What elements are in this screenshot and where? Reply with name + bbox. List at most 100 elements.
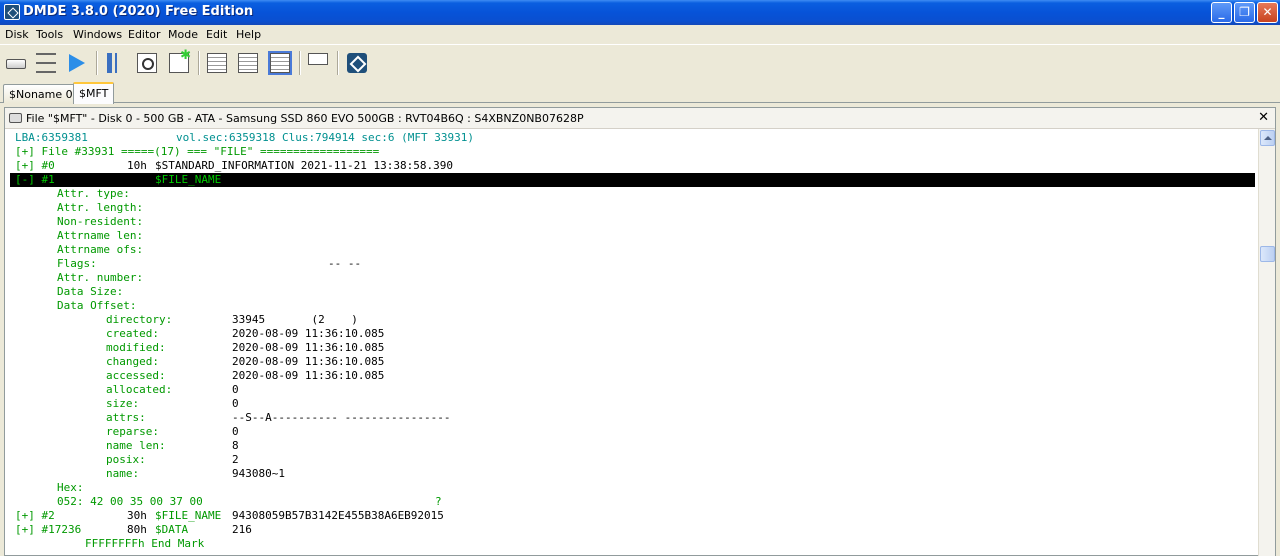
disk-icon (6, 59, 26, 69)
field-label: directory: (106, 313, 173, 326)
selected-attribute-row[interactable]: [-] #1 $FILE_NAME (10, 173, 1255, 187)
partitions-button[interactable] (33, 50, 59, 76)
attr-prefix: [+] #17236 (15, 523, 82, 536)
menu-mode[interactable]: Mode (168, 28, 198, 41)
grid-view-button[interactable] (267, 50, 293, 76)
select-disk-button[interactable] (3, 50, 29, 76)
hex-dump-line[interactable]: 052: 42 00 35 00 37 00 ? (5, 495, 442, 509)
search-doc-icon (137, 53, 157, 73)
document-tabs: $Noname 01 $MFT (0, 82, 1280, 104)
open-volume-button[interactable] (63, 50, 89, 76)
menu-windows[interactable]: Windows (73, 28, 122, 41)
field-value: 2020-08-09 11:36:10.085 (232, 341, 385, 354)
attr-offset: 10h (127, 159, 147, 172)
attr-value: 94308059B57B3142E455B38A6EB92015 (232, 509, 444, 522)
attribute-row[interactable]: [+] #17236 80h $DATA 216 (5, 523, 252, 537)
field-value: 2020-08-09 11:36:10.085 (232, 327, 385, 340)
field-value: 943080~1 (232, 467, 285, 480)
menu-editor[interactable]: Editor (128, 28, 161, 41)
menu-help[interactable]: Help (236, 28, 261, 41)
hex-ascii: ? (435, 495, 442, 508)
dmde-logo-icon (347, 53, 367, 73)
toolbar-separator (198, 51, 200, 75)
field-label: Attrname ofs: (57, 243, 144, 256)
search-button[interactable] (134, 50, 160, 76)
attribute-row[interactable]: [+] #0 10h $STANDARD_INFORMATION 2021-11… (5, 159, 453, 173)
tree-view-button[interactable] (204, 50, 230, 76)
field-value: 0 (232, 425, 239, 438)
field-label: name: (106, 467, 140, 480)
toolbar-separator (299, 51, 301, 75)
field-label: posix: (106, 453, 146, 466)
field-label: Data Size: (57, 285, 124, 298)
attr-prefix: [+] #0 (15, 159, 55, 172)
panel-header: File "$MFT" - Disk 0 - 500 GB - ATA - Sa… (5, 108, 1275, 129)
menu-tools[interactable]: Tools (36, 28, 63, 41)
list-pane-icon (238, 53, 258, 73)
volume-sector-info: vol.sec:6359318 Clus:794914 sec:6 (MFT 3… (176, 131, 475, 144)
menu-edit[interactable]: Edit (206, 28, 227, 41)
restore-button[interactable]: ❐ (1234, 2, 1255, 23)
field-value: 2020-08-09 11:36:10.085 (232, 369, 385, 382)
lba-value: LBA:6359381 (15, 131, 88, 144)
field-label: attrs: (106, 411, 146, 424)
field-label: Attr. type: (57, 187, 130, 200)
file-record-line[interactable]: [+] File #33931 =====(17) === "FILE" ===… (5, 145, 379, 159)
new-file-button[interactable] (166, 48, 192, 76)
toolbar-separator (337, 51, 339, 75)
field-label: name len: (106, 439, 166, 452)
attr-name: $STANDARD_INFORMATION 2021-11-21 13:38:5… (155, 159, 454, 172)
field-label: Data Offset: (57, 299, 137, 312)
field-label: size: (106, 397, 140, 410)
toolbar (0, 44, 1280, 82)
panel-title: File "$MFT" - Disk 0 - 500 GB - ATA - Sa… (26, 112, 584, 125)
field-value: 33945 (2 ) (232, 313, 358, 326)
field-label: created: (106, 327, 159, 340)
play-icon (69, 54, 85, 72)
attr-offset: 80h (127, 523, 147, 536)
scroll-thumb[interactable] (1260, 246, 1275, 262)
toolbar-separator (96, 51, 98, 75)
vertical-scrollbar[interactable] (1258, 129, 1275, 556)
hex-label: Hex: (57, 481, 84, 494)
new-file-icon (169, 48, 191, 73)
attribute-row[interactable]: [+] #2 30h $FILE_NAME 94308059B57B3142E4… (5, 509, 444, 523)
attr-name: $FILE_NAME (155, 173, 222, 186)
field-label: Flags: (57, 257, 97, 270)
attr-offset: 30h (127, 509, 147, 522)
hex-label-line: Hex: (5, 481, 84, 495)
list-view-button[interactable] (235, 50, 261, 76)
file-record-text: [+] File #33931 =====(17) === "FILE" ===… (15, 145, 380, 158)
disk-icon (9, 113, 22, 123)
dmde-app-icon (4, 4, 20, 20)
dmde-logo-button[interactable] (344, 50, 370, 76)
minimize-button[interactable]: _ (1211, 2, 1232, 23)
mft-record-view[interactable]: LBA:6359381 vol.sec:6359318 Clus:794914 … (5, 129, 1255, 556)
scan-icon (107, 53, 127, 73)
output-button[interactable] (305, 50, 331, 76)
field-value: 8 (232, 439, 239, 452)
field-value: 2 (232, 453, 239, 466)
partitions-icon (36, 53, 56, 73)
title-bar: DMDE 3.8.0 (2020) Free Edition _ ❐ ✕ (0, 0, 1280, 25)
scroll-up-button[interactable] (1260, 130, 1275, 146)
tab-mft[interactable]: $MFT (73, 82, 115, 104)
field-label: reparse: (106, 425, 159, 438)
field-label: Attr. length: (57, 201, 144, 214)
field-label: Attrname len: (57, 229, 144, 242)
attr-name: $DATA (155, 523, 189, 536)
output-icon (308, 53, 328, 65)
full-scan-button[interactable] (104, 50, 130, 76)
field-label: changed: (106, 355, 159, 368)
menu-disk[interactable]: Disk (5, 28, 29, 41)
field-label: modified: (106, 341, 166, 354)
close-button[interactable]: ✕ (1257, 2, 1278, 23)
window-title: DMDE 3.8.0 (2020) Free Edition (23, 4, 254, 19)
end-mark: FFFFFFFFh End Mark (85, 537, 205, 550)
field-value: 2020-08-09 11:36:10.085 (232, 355, 385, 368)
end-mark-line: FFFFFFFFh End Mark (5, 537, 204, 551)
panel-close-icon[interactable]: ✕ (1258, 110, 1269, 125)
menu-bar: Disk Tools Windows Editor Mode Edit Help (0, 25, 1280, 44)
field-label: allocated: (106, 383, 173, 396)
field-value: 0 (232, 397, 239, 410)
